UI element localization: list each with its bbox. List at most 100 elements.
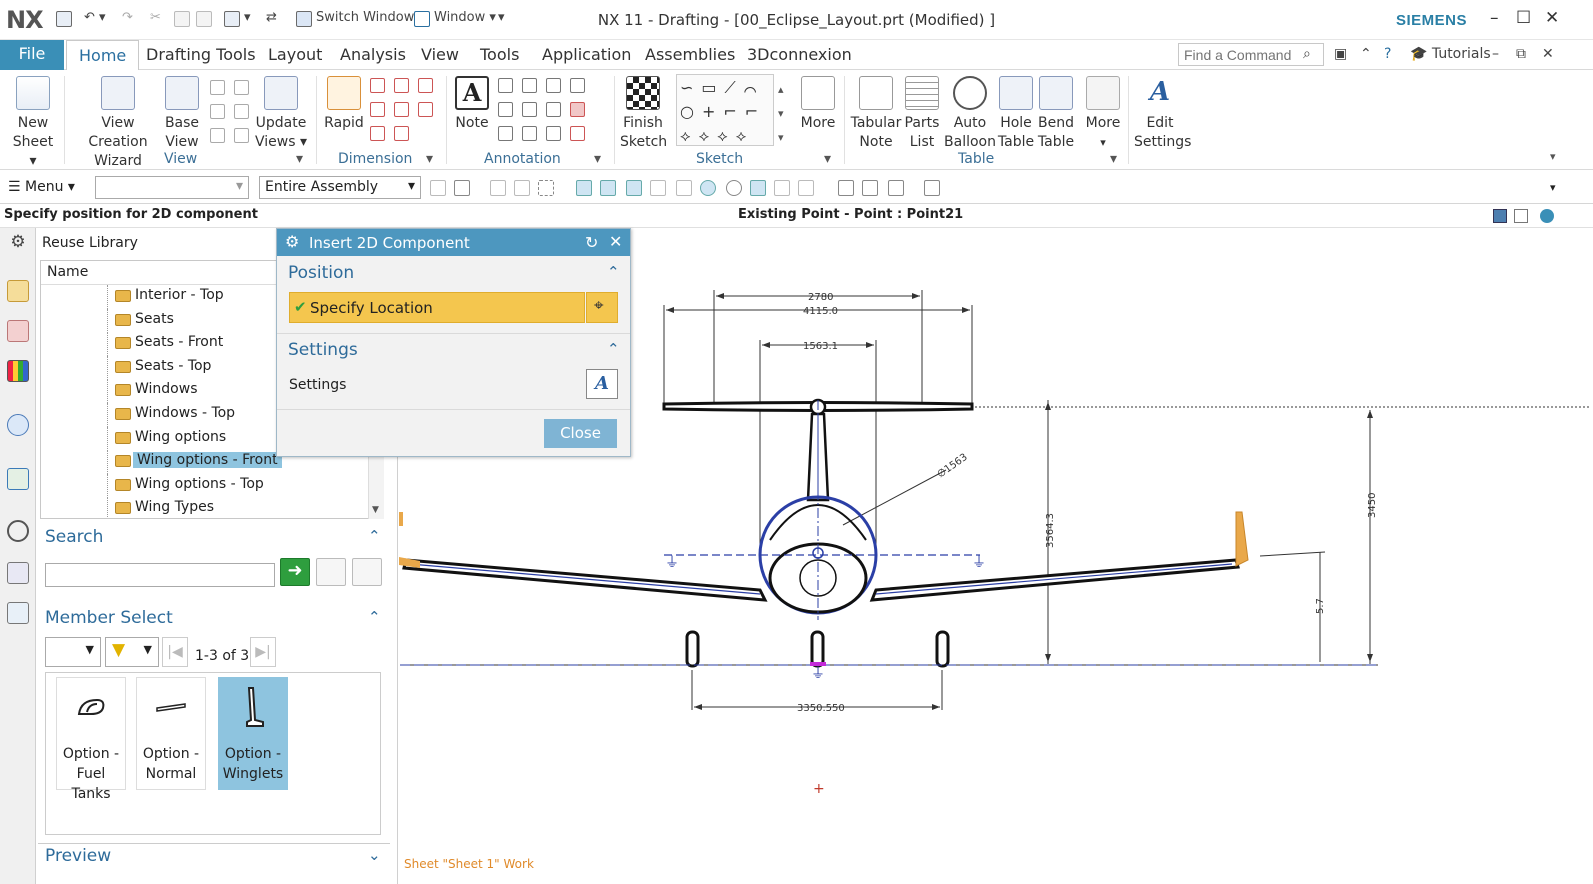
tree-item-wing-types[interactable]: Wing Types <box>41 497 371 518</box>
point-on-surface-icon[interactable] <box>798 180 814 196</box>
hd3d-tools-icon[interactable] <box>7 414 29 436</box>
tutorials-button[interactable]: 🎓 Tutorials <box>1410 46 1491 62</box>
layer-icon[interactable] <box>888 180 904 196</box>
radial-dim-icon[interactable] <box>394 78 409 93</box>
drawing-view-icon[interactable] <box>210 128 225 143</box>
member-normal[interactable]: Option - Normal <box>136 677 206 790</box>
assembly-navigator-icon[interactable] <box>7 320 29 342</box>
base-view-button[interactable]: Base View <box>162 76 202 152</box>
roles-icon[interactable] <box>7 602 29 624</box>
group-table-dropdown-icon[interactable]: ▾ <box>1110 151 1117 167</box>
section-view-icon[interactable] <box>210 104 225 119</box>
linear-dim-icon[interactable] <box>370 78 385 93</box>
detail-view-icon[interactable] <box>234 80 249 95</box>
target-point-icon[interactable] <box>546 102 561 117</box>
restore-icon[interactable]: ⧉ <box>1516 46 1526 62</box>
tab-tools[interactable]: Tools <box>480 40 519 70</box>
scroll-down-icon[interactable]: ▼ <box>372 505 379 515</box>
arc-center-snap-icon[interactable] <box>700 180 716 196</box>
selection-priority-icon[interactable] <box>430 180 446 196</box>
toolbar-options-dropdown-icon[interactable]: ▾ <box>1550 181 1556 194</box>
new-sheet-button[interactable]: New Sheet ▾ <box>8 76 58 171</box>
more-table-button[interactable]: More ▾ <box>1082 76 1124 152</box>
next-page-icon[interactable]: ▶| <box>250 637 276 667</box>
more-sketch-button[interactable]: More <box>796 76 840 133</box>
weld-symbol-icon[interactable] <box>522 102 537 117</box>
midpoint-snap-icon[interactable] <box>626 180 642 196</box>
tabular-note-button[interactable]: Tabular Note <box>850 76 902 152</box>
close-button[interactable]: Close <box>544 419 617 448</box>
member-fuel-tanks[interactable]: Option - Fuel Tanks <box>56 677 126 802</box>
search-collapse-icon[interactable]: ⌃ <box>368 527 381 545</box>
datum-feature-icon[interactable] <box>522 78 537 93</box>
dimension-3350[interactable]: 3350.550 <box>797 703 845 714</box>
settings-section-title[interactable]: Settings <box>288 340 358 360</box>
hole-table-button[interactable]: Hole Table <box>996 76 1036 152</box>
restore-minimize-icon[interactable]: – <box>1492 46 1499 62</box>
status-window-icon[interactable] <box>1514 209 1528 223</box>
help-icon[interactable]: ? <box>1384 46 1391 62</box>
minimize-icon[interactable]: – <box>1490 8 1499 28</box>
web-browser-icon[interactable] <box>7 468 29 490</box>
perimeter-dim-icon[interactable] <box>394 126 409 141</box>
view-icon[interactable] <box>838 180 854 196</box>
chamfer-dim-icon[interactable] <box>370 102 385 117</box>
image-icon[interactable] <box>522 126 537 141</box>
snap-point-icon[interactable] <box>576 180 592 196</box>
ordinate-dim-icon[interactable] <box>370 126 385 141</box>
finish-sketch-button[interactable]: Finish Sketch <box>620 76 667 152</box>
assembly-navigator-icon[interactable] <box>514 180 530 196</box>
angular-dim-icon[interactable] <box>418 78 433 93</box>
break-view-icon[interactable] <box>234 104 249 119</box>
dimension-diameter[interactable]: ∅1563 <box>935 452 969 481</box>
specify-location-row[interactable]: ✔ Specify Location <box>289 292 585 323</box>
settings-icon[interactable]: A <box>586 369 618 399</box>
rapid-dimension-button[interactable]: Rapid <box>322 76 366 133</box>
group-annotation-dropdown-icon[interactable]: ▾ <box>594 151 601 167</box>
previous-page-icon[interactable]: |◀ <box>162 637 188 667</box>
point-dialog-button[interactable]: ⌖ <box>586 292 618 323</box>
dimension-4115[interactable]: 4115.0 <box>803 306 838 317</box>
dialog-title-bar[interactable]: ⚙ Insert 2D Component ↻ ✕ <box>277 229 630 256</box>
ribbon-options-dropdown-icon[interactable]: ▾ <box>1550 150 1556 163</box>
selection-scope-dropdown[interactable]: Entire Assembly ▾ <box>259 176 421 199</box>
group-view-dropdown-icon[interactable]: ▾ <box>296 151 303 167</box>
stamp-icon[interactable] <box>570 126 585 141</box>
tree-item-wing-options-top[interactable]: Wing options - Top <box>41 473 371 498</box>
surface-finish-icon[interactable] <box>498 102 513 117</box>
process-studio-icon[interactable] <box>7 562 29 584</box>
search-go-icon[interactable]: ➜ <box>280 558 310 586</box>
preview-expand-icon[interactable]: ⌄ <box>368 846 381 864</box>
history-icon[interactable] <box>7 520 29 542</box>
tab-analysis[interactable]: Analysis <box>340 40 406 70</box>
display-icon[interactable] <box>924 180 940 196</box>
menu-button[interactable]: ☰ Menu ▾ <box>8 179 75 195</box>
bend-table-button[interactable]: Bend Table <box>1036 76 1076 152</box>
symbol-icon[interactable] <box>570 78 585 93</box>
tab-home[interactable]: Home <box>66 40 140 70</box>
tab-layout[interactable]: Layout <box>268 40 322 70</box>
dimension-5-7[interactable]: 5.7 <box>1315 598 1326 614</box>
file-tab[interactable]: File <box>0 40 64 70</box>
dimension-1563[interactable]: 1563.1 <box>803 341 838 352</box>
reuse-library-icon[interactable] <box>7 360 29 382</box>
tab-view[interactable]: View <box>421 40 459 70</box>
position-section-title[interactable]: Position <box>288 263 354 283</box>
dimension-2780[interactable]: 2780 <box>808 292 833 303</box>
projected-view-icon[interactable] <box>210 80 225 95</box>
filter-dropdown[interactable]: ▼ ▼ <box>105 637 159 667</box>
thickness-dim-icon[interactable] <box>394 102 409 117</box>
sheet-icon[interactable] <box>862 180 878 196</box>
auxiliary-view-icon[interactable] <box>234 128 249 143</box>
point-on-curve-icon[interactable] <box>774 180 790 196</box>
type-filter-dropdown[interactable]: ▾ <box>95 176 249 199</box>
sketch-gallery-scroll-icon[interactable]: ▴ ▾ ▾ <box>778 78 784 150</box>
dimension-3450[interactable]: 3450 <box>1367 493 1378 518</box>
select-all-icon[interactable] <box>454 180 470 196</box>
search-icon[interactable]: ⌕ <box>1303 46 1311 62</box>
part-navigator-icon[interactable] <box>7 280 29 302</box>
sketch-curves-icon[interactable]: ∽▭⟋⌒ ○+⌐⌐ ⟡⟡⟡⟡ <box>680 76 766 148</box>
intersection-snap-icon[interactable] <box>676 180 692 196</box>
edit-settings-button[interactable]: A Edit Settings <box>1134 76 1191 152</box>
status-nx-icon[interactable] <box>1493 209 1507 223</box>
